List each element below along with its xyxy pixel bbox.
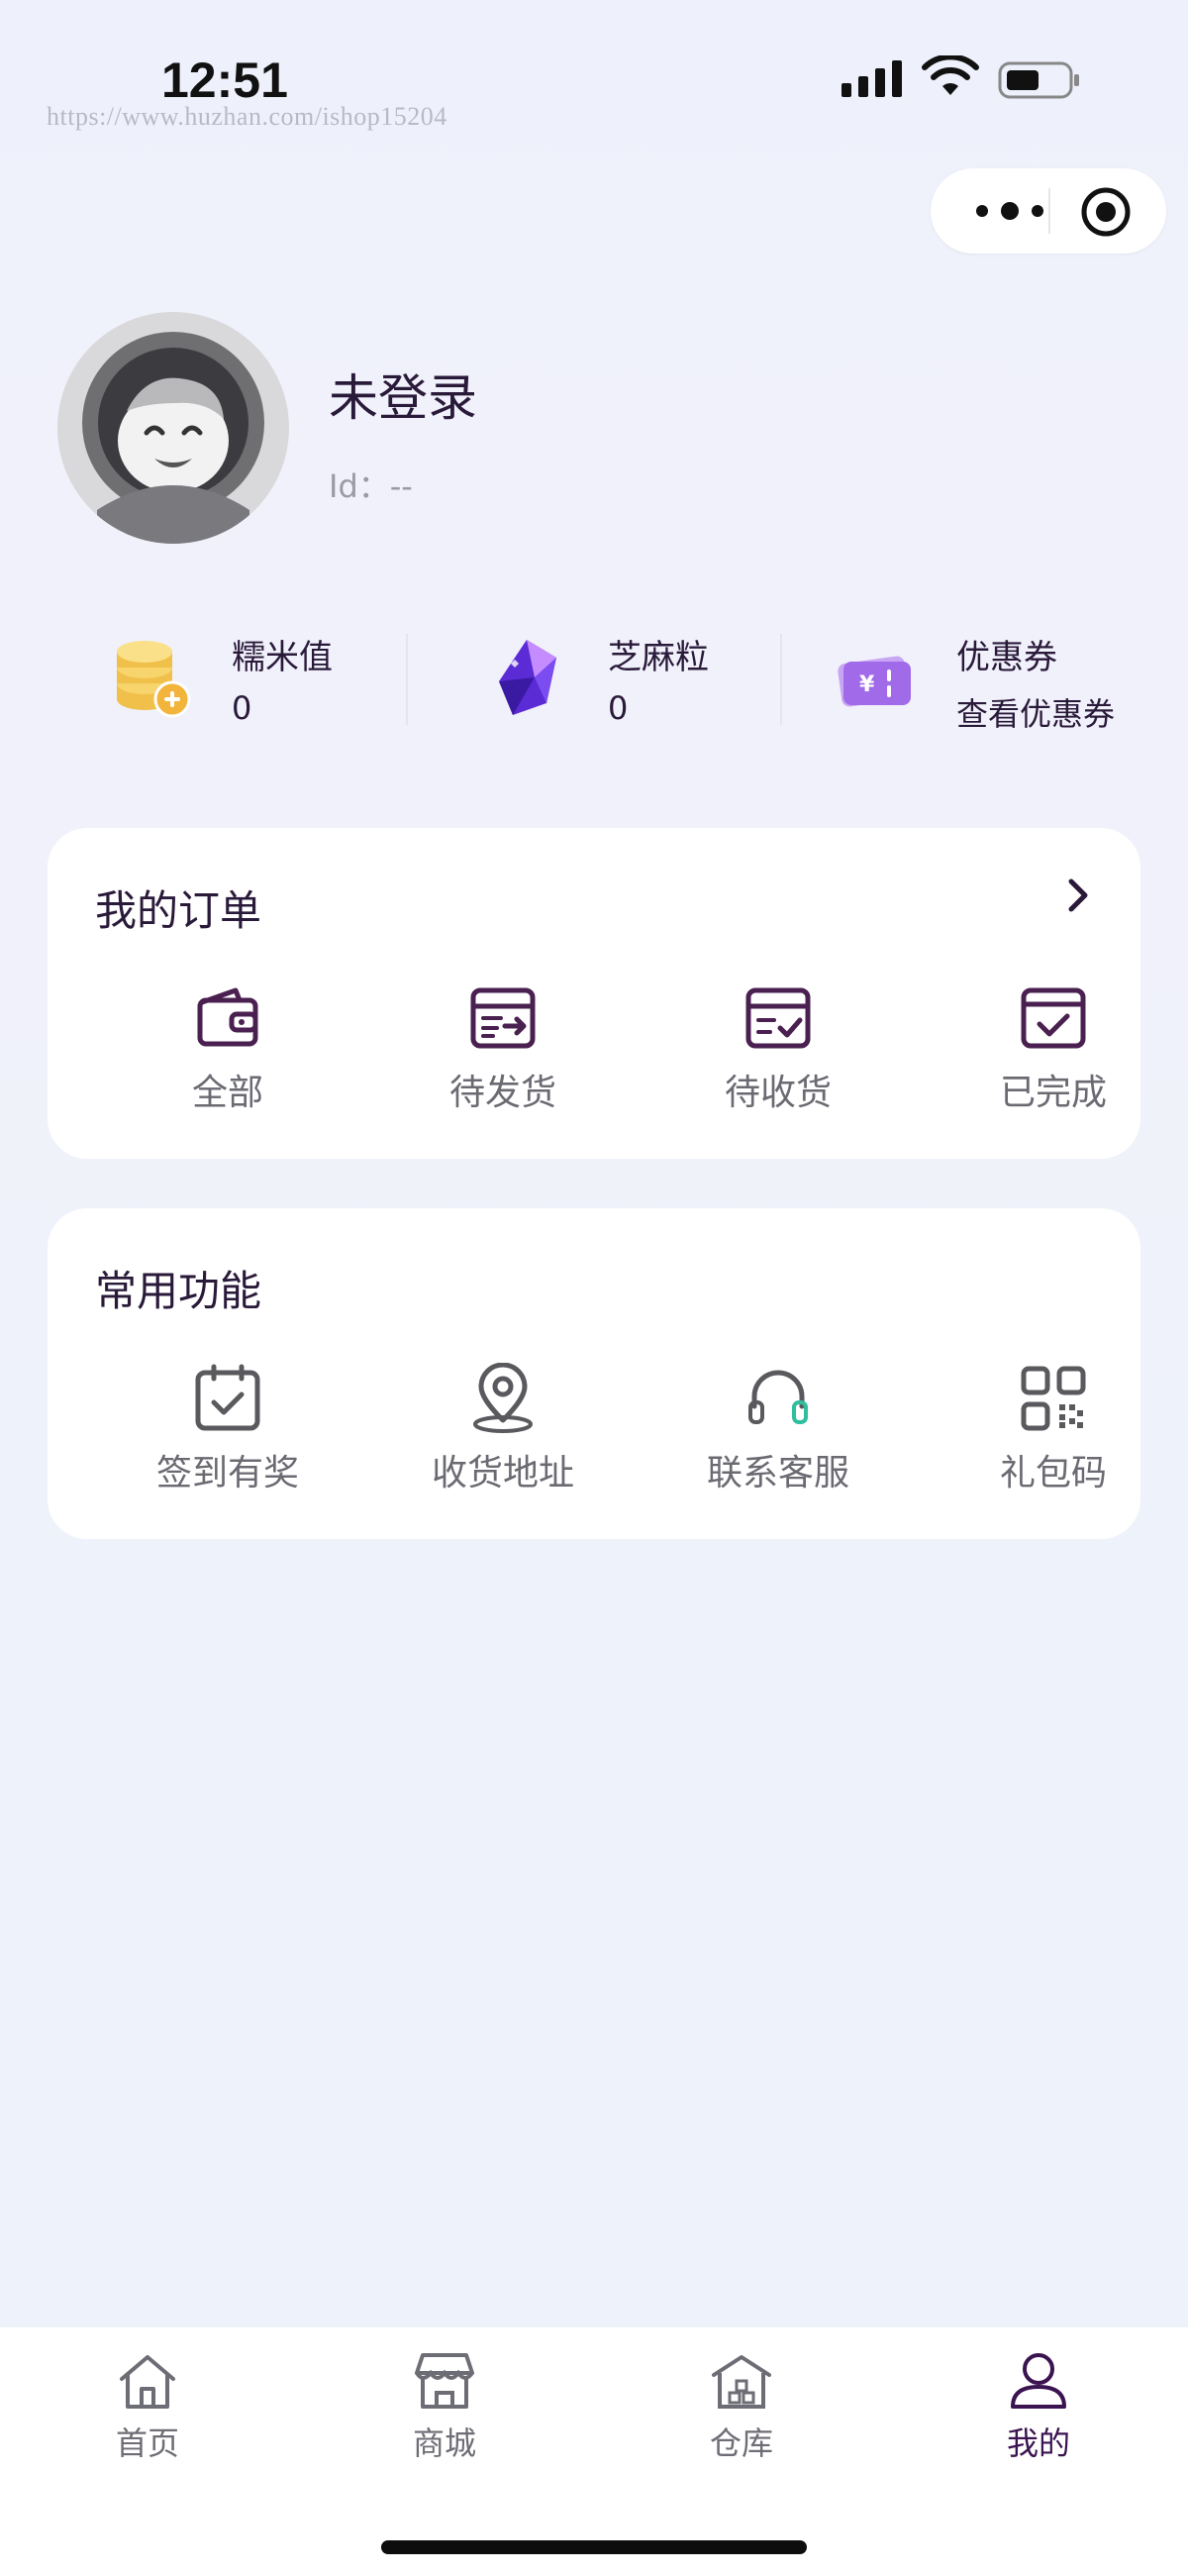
user-id: Id：-- (329, 467, 413, 505)
username[interactable]: 未登录 (329, 359, 477, 430)
stat-nuomi-value: 0 (232, 689, 252, 727)
stat-zhima[interactable]: 芝麻粒 0 (485, 624, 742, 733)
calendar-check-icon (195, 1364, 260, 1431)
warehouse-icon (712, 2355, 771, 2409)
order-pending-receive[interactable]: 待收货 (669, 982, 887, 1131)
functions-title: 常用功能 (95, 1267, 262, 1315)
stat-coupon-label: 优惠券 (956, 638, 1057, 677)
order-pending-ship-label: 待发货 (448, 1073, 556, 1113)
coins-icon (117, 641, 191, 718)
watermark-text: https://www.huzhan.com/ishop15204 (47, 102, 447, 131)
miniprogram-capsule (931, 168, 1166, 254)
capsule-divider (1048, 188, 1050, 234)
order-pending-ship[interactable]: 待发货 (394, 982, 612, 1131)
stat-coupon[interactable]: ¥ 优惠券 查看优惠券 (832, 624, 1148, 733)
tab-home[interactable]: 首页 (49, 2349, 247, 2488)
orders-title: 我的订单 (95, 886, 262, 935)
stat-zhima-label: 芝麻粒 (608, 638, 709, 677)
tab-mine-label: 我的 (1006, 2424, 1070, 2462)
tab-warehouse[interactable]: 仓库 (643, 2349, 841, 2488)
function-checkin[interactable]: 签到有奖 (119, 1363, 337, 1511)
home-indicator (381, 2540, 807, 2554)
tab-home-label: 首页 (115, 2424, 179, 2462)
function-address-label: 收货地址 (431, 1453, 574, 1494)
headset-icon (748, 1370, 808, 1424)
function-support-label: 联系客服 (706, 1453, 849, 1494)
stat-nuomi[interactable]: 糯米值 0 (109, 624, 366, 733)
svg-text:¥: ¥ (859, 672, 875, 697)
function-giftcode-label: 礼包码 (999, 1453, 1107, 1494)
status-bar: 12:51 https://www.huzhan.com/ishop15204 (0, 0, 1188, 149)
stat-nuomi-label: 糯米值 (232, 638, 333, 677)
order-pending-receive-label: 待收货 (724, 1073, 832, 1113)
order-completed[interactable]: 已完成 (944, 982, 1162, 1131)
order-all-label: 全部 (191, 1073, 263, 1113)
tab-store[interactable]: 商城 (346, 2349, 544, 2488)
qr-code-icon (1021, 1366, 1086, 1431)
avatar[interactable] (57, 312, 289, 544)
chevron-right-icon[interactable] (1063, 876, 1093, 915)
store-icon (415, 2353, 474, 2409)
functions-card: 常用功能 签到有奖 收货地址 联系客服 礼包码 (48, 1208, 1140, 1539)
stat-divider (406, 634, 408, 725)
box-receive-icon (745, 987, 811, 1049)
status-time: 12:51 (161, 52, 288, 108)
function-address[interactable]: 收货地址 (394, 1363, 612, 1511)
tab-store-label: 商城 (412, 2424, 476, 2462)
box-done-icon (1021, 987, 1086, 1049)
box-ship-icon (470, 987, 536, 1049)
wallet-icon (197, 987, 258, 1047)
location-pin-icon (473, 1363, 533, 1433)
stat-zhima-value: 0 (608, 689, 629, 727)
order-all[interactable]: 全部 (119, 982, 337, 1131)
close-target-icon[interactable] (1079, 185, 1133, 239)
signal-icon (842, 60, 902, 97)
crystal-icon (499, 640, 556, 715)
stat-divider (780, 634, 782, 725)
function-giftcode[interactable]: 礼包码 (944, 1363, 1162, 1511)
orders-card: 我的订单 全部 待发货 待收货 已完成 (48, 828, 1140, 1159)
tab-mine[interactable]: 我的 (940, 2349, 1138, 2488)
astronaut-avatar-icon (57, 312, 289, 544)
user-icon (1011, 2353, 1066, 2409)
tab-bar: 首页 商城 仓库 我的 (0, 2327, 1188, 2576)
battery-icon (998, 61, 1079, 99)
order-completed-label: 已完成 (999, 1073, 1107, 1113)
ticket-icon: ¥ (838, 656, 911, 707)
wifi-icon (922, 55, 979, 95)
stat-coupon-value: 查看优惠券 (956, 695, 1116, 733)
home-icon (120, 2355, 175, 2409)
more-dots-icon[interactable] (970, 194, 1049, 228)
tab-warehouse-label: 仓库 (709, 2424, 773, 2462)
function-support[interactable]: 联系客服 (669, 1363, 887, 1511)
function-checkin-label: 签到有奖 (155, 1453, 299, 1494)
